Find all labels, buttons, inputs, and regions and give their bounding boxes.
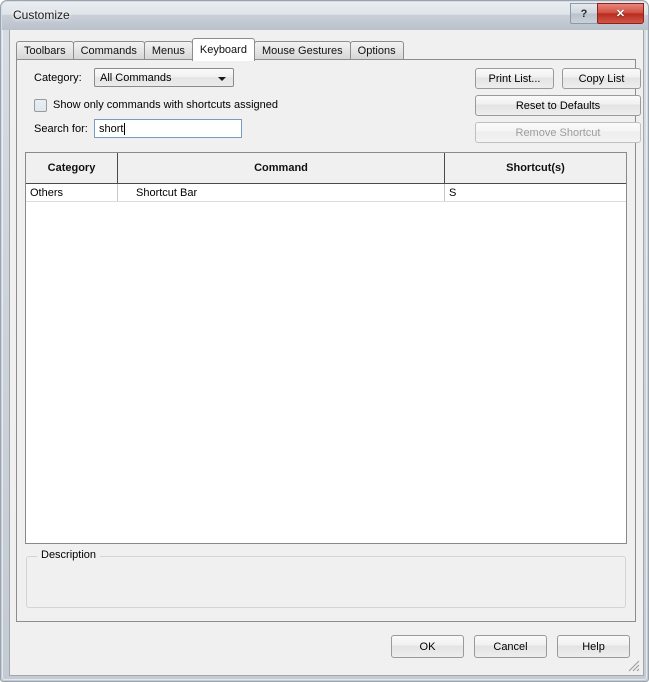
cancel-button[interactable]: Cancel xyxy=(474,635,547,658)
description-groupbox: Description xyxy=(26,549,626,608)
tab-commands[interactable]: Commands xyxy=(72,41,145,60)
search-input[interactable]: short xyxy=(94,119,242,138)
column-header-category[interactable]: Category xyxy=(26,153,118,183)
remove-shortcut-button: Remove Shortcut xyxy=(475,122,641,143)
close-icon[interactable]: ✕ xyxy=(597,3,644,24)
caption-button-group: ? ✕ xyxy=(570,3,644,24)
show-only-shortcuts-checkbox[interactable] xyxy=(34,98,47,112)
commands-list-header: Category Command Shortcut(s) xyxy=(26,153,626,184)
customize-dialog-window: Customize ? ✕ Toolbars Commands Menus Ke… xyxy=(0,0,649,682)
dialog-client-area: Toolbars Commands Menus Keyboard Mouse G… xyxy=(9,30,644,676)
table-row[interactable]: Others Shortcut Bar S xyxy=(26,184,626,202)
tab-options[interactable]: Options xyxy=(349,41,404,60)
reset-to-defaults-button[interactable]: Reset to Defaults xyxy=(475,95,641,116)
tab-keyboard[interactable]: Keyboard xyxy=(191,38,255,61)
titlebar-help-icon[interactable]: ? xyxy=(570,3,598,24)
search-input-value: short xyxy=(99,122,124,135)
category-dropdown-value: All Commands xyxy=(100,72,172,84)
show-only-shortcuts-label: Show only commands with shortcuts assign… xyxy=(53,99,278,111)
description-legend: Description xyxy=(37,549,101,561)
column-header-shortcuts[interactable]: Shortcut(s) xyxy=(445,153,626,183)
title-bar[interactable]: Customize ? ✕ xyxy=(2,2,648,30)
cell-shortcut: S xyxy=(449,186,457,199)
tab-strip: Toolbars Commands Menus Keyboard Mouse G… xyxy=(16,38,636,61)
category-label: Category: xyxy=(34,72,82,84)
commands-list[interactable]: Category Command Shortcut(s) Others Shor… xyxy=(25,152,627,544)
column-header-command[interactable]: Command xyxy=(118,153,445,183)
tab-toolbars[interactable]: Toolbars xyxy=(16,41,74,60)
keyboard-tab-page: Category: All Commands Show only command… xyxy=(16,59,641,622)
text-caret xyxy=(124,122,126,135)
search-label: Search for: xyxy=(34,123,88,135)
copy-list-button[interactable]: Copy List xyxy=(562,68,641,89)
help-button[interactable]: Help xyxy=(557,635,630,658)
cell-category: Others xyxy=(26,184,118,201)
category-dropdown[interactable]: All Commands xyxy=(94,68,234,87)
cell-command: Shortcut Bar xyxy=(118,184,445,201)
print-list-button[interactable]: Print List... xyxy=(475,68,554,89)
tab-mouse-gestures[interactable]: Mouse Gestures xyxy=(253,41,351,60)
resize-grip-icon[interactable] xyxy=(626,658,640,672)
show-only-shortcuts-row[interactable]: Show only commands with shortcuts assign… xyxy=(34,97,278,113)
tab-menus[interactable]: Menus xyxy=(143,41,193,60)
ok-button[interactable]: OK xyxy=(391,635,464,658)
chevron-down-icon xyxy=(218,77,226,81)
window-title: Customize xyxy=(13,8,70,22)
